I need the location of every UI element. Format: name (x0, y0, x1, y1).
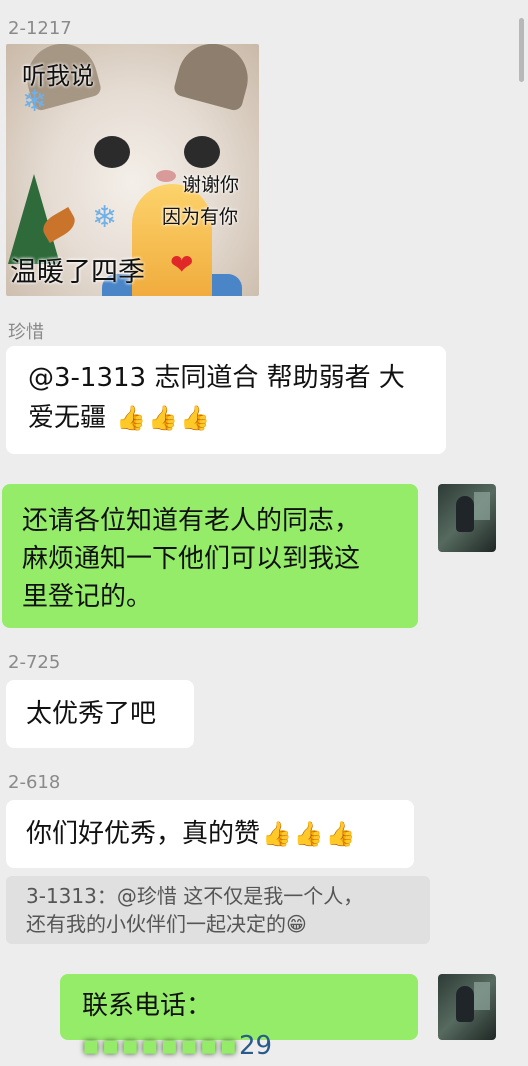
sender-name: 2-618 (8, 772, 61, 793)
cat-sticker-image[interactable]: ❄ ❄ 听我说 谢谢你 因为有你 温暖了四季 ❤ (6, 44, 259, 296)
avatar[interactable] (438, 484, 496, 552)
message-bubble-self[interactable]: 联系电话： ▪▪▪▪▪▪▪▪29 (60, 974, 418, 1061)
message-text: 太优秀了吧 (26, 699, 157, 729)
sticker-text: 听我说 (22, 62, 94, 90)
quoted-reply[interactable]: 3-1313：@珍惜 这不仅是我一个人， 还有我的小伙伴们一起决定的😁 (6, 876, 430, 944)
thumbs-up-icon: 👍 (293, 820, 324, 848)
avatar-figure (456, 496, 474, 532)
message-text: 你们好优秀，真的赞 (26, 819, 261, 849)
sticker-eye-left (94, 136, 130, 168)
redacted-phone-number: ▪▪▪▪▪▪▪▪ (82, 1031, 239, 1061)
avatar-light (474, 982, 490, 1010)
quote-text: 3-1313：@珍惜 这不仅是我一个人， (26, 884, 364, 908)
message-bubble[interactable]: 你们好优秀，真的赞👍👍👍 (6, 800, 414, 868)
thumbs-up-icon: 👍 (148, 404, 179, 432)
message-bubble[interactable]: @3-1313 志同道合 帮助弱者 大 爱无疆 👍👍👍 (6, 346, 446, 454)
grin-icon: 😁 (286, 912, 307, 936)
heart-icon: ❤ (170, 248, 194, 281)
avatar-figure (456, 986, 474, 1022)
sender-name: 珍惜 (8, 322, 44, 343)
quote-text-line: 还有我的小伙伴们一起决定的😁 (26, 910, 410, 938)
sender-name: 2-1217 (8, 18, 72, 39)
sticker-text: 因为有你 (162, 206, 239, 228)
message-text: 里登记的。 (22, 582, 153, 612)
avatar[interactable] (438, 974, 496, 1040)
sticker-nose (156, 170, 176, 182)
sticker-eye-right (184, 136, 220, 168)
thumbs-up-icon: 👍 (325, 820, 356, 848)
message-bubble-self[interactable]: 还请各位知道有老人的同志， 麻烦通知一下他们可以到我这 里登记的。 (2, 484, 418, 628)
message-text: 联系电话： (82, 991, 213, 1021)
message-text: 29 (238, 1031, 273, 1061)
message-text: @3-1313 志同道合 帮助弱者 大 (28, 363, 405, 393)
avatar-light (474, 492, 490, 520)
thumbs-up-icon: 👍 (262, 820, 292, 848)
scrollbar[interactable] (519, 18, 524, 82)
message-text: 麻烦通知一下他们可以到我这 (22, 544, 361, 574)
message-text: 爱无疆 (28, 403, 107, 433)
sticker-text: 谢谢你 (182, 174, 240, 196)
thumbs-up-icon: 👍 (116, 404, 147, 432)
thumbs-up-icon: 👍 (180, 404, 210, 432)
message-text-line: 爱无疆 👍👍👍 (28, 398, 424, 438)
sender-name: 2-725 (8, 652, 61, 673)
snowflake-icon: ❄ (92, 200, 118, 235)
message-bubble[interactable]: 太优秀了吧 (6, 680, 194, 748)
quote-text: 还有我的小伙伴们一起决定的 (26, 912, 286, 936)
sticker-ear-right (172, 44, 256, 113)
sticker-text: 温暖了四季 (10, 257, 145, 288)
message-text: 还请各位知道有老人的同志， (22, 506, 361, 536)
